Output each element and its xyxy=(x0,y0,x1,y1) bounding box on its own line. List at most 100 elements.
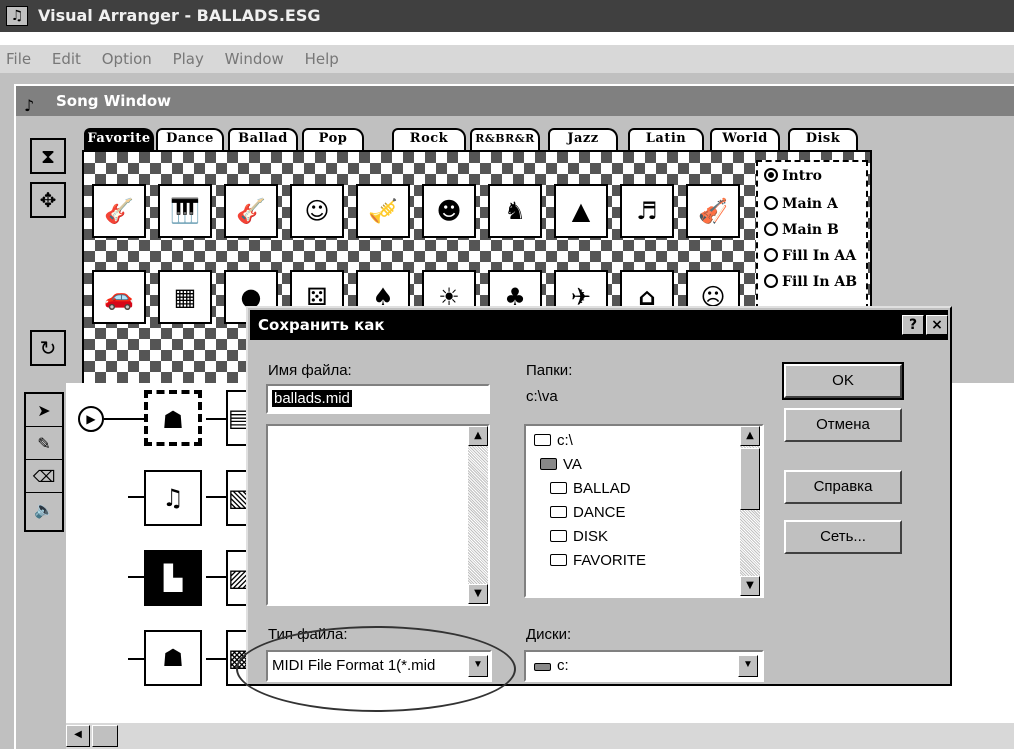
sequence-node-intro[interactable]: ☗ xyxy=(144,390,202,446)
file-list-scrollbar[interactable] xyxy=(468,426,488,604)
style-guitar-icon[interactable]: 🎸 xyxy=(92,184,146,238)
folder-item-root[interactable]: c:\ xyxy=(534,432,573,449)
pencil-tool-icon[interactable]: ✎ xyxy=(26,427,62,460)
file-list[interactable]: ▲ ▼ xyxy=(266,424,490,606)
style-man-icon[interactable]: ☻ xyxy=(422,184,476,238)
folder-list[interactable]: c:\ VA BALLAD DANCE DISK FAVORITE ▲ ▼ xyxy=(524,424,764,598)
tab-ballad[interactable]: Ballad xyxy=(228,128,298,150)
menu-help[interactable]: Help xyxy=(305,50,339,68)
filename-value: ballads.mid xyxy=(272,390,352,407)
sequence-node[interactable]: ♫ xyxy=(144,470,202,526)
network-button[interactable]: Сеть... xyxy=(784,520,902,554)
menu-play[interactable]: Play xyxy=(173,50,204,68)
filename-input[interactable]: ballads.mid xyxy=(266,384,490,414)
drives-select[interactable]: c: ▼ xyxy=(524,650,764,682)
open-folder-icon xyxy=(534,434,551,446)
play-icon[interactable]: ▶ xyxy=(78,406,104,432)
tab-latin[interactable]: Latin xyxy=(628,128,704,150)
tab-disk[interactable]: Disk xyxy=(788,128,858,150)
connector-arrow xyxy=(128,658,144,660)
tab-pop[interactable]: Pop xyxy=(302,128,364,150)
menu-option[interactable]: Option xyxy=(102,50,152,68)
radio-icon xyxy=(764,274,778,288)
menu-window[interactable]: Window xyxy=(225,50,284,68)
filename-label: Имя файла: xyxy=(268,362,352,379)
highlight-oval xyxy=(236,626,516,712)
scroll-up-icon[interactable]: ▲ xyxy=(468,426,488,446)
tab-dance[interactable]: Dance xyxy=(156,128,224,150)
dialog-title: Сохранить как xyxy=(258,316,385,334)
radio-icon xyxy=(764,168,778,182)
tab-rbrr[interactable]: R&BR&R xyxy=(470,128,540,150)
folder-icon xyxy=(550,530,567,542)
folder-item-va[interactable]: VA xyxy=(540,456,582,473)
scroll-thumb[interactable] xyxy=(740,448,760,510)
tab-rock[interactable]: Rock xyxy=(392,128,466,150)
connector-arrow xyxy=(104,418,144,420)
speaker-tool-icon[interactable]: 🔈 xyxy=(26,493,62,526)
eraser-tool-icon[interactable]: ⌫ xyxy=(26,460,62,493)
dialog-close-button[interactable]: × xyxy=(926,315,948,335)
section-fill-in-ab[interactable]: Fill In AB xyxy=(764,274,857,290)
scroll-left-icon[interactable]: ◀ xyxy=(66,725,90,747)
folder-item-ballad[interactable]: BALLAD xyxy=(550,480,631,497)
section-fill-in-aa[interactable]: Fill In AA xyxy=(764,248,856,264)
folder-icon xyxy=(550,554,567,566)
menu-edit[interactable]: Edit xyxy=(52,50,81,68)
sequence-node[interactable]: ▨ xyxy=(226,550,251,606)
connector-arrow xyxy=(206,658,226,660)
ok-button[interactable]: OK xyxy=(782,362,904,400)
connector-arrow xyxy=(128,576,144,578)
pointer-tool-icon[interactable]: ➤ xyxy=(26,394,62,427)
chevron-down-icon[interactable]: ▼ xyxy=(738,655,758,677)
scroll-down-icon[interactable]: ▼ xyxy=(468,584,488,604)
section-main-a[interactable]: Main A xyxy=(764,196,838,212)
hourglass-tool-icon[interactable]: ⧗ xyxy=(30,138,66,174)
style-mountain-icon[interactable]: ▲ xyxy=(554,184,608,238)
style-cow-icon[interactable]: ♞ xyxy=(488,184,542,238)
folder-item-dance[interactable]: DANCE xyxy=(550,504,626,521)
style-acoustic-icon[interactable]: 🎻 xyxy=(686,184,740,238)
style-car-icon[interactable]: 🚗 xyxy=(92,270,146,324)
horizontal-scrollbar[interactable]: ◀ xyxy=(66,723,1014,749)
dialog-help-button[interactable]: ? xyxy=(902,315,924,335)
sequence-node[interactable]: ☗ xyxy=(144,630,202,686)
style-city-icon[interactable]: ▦ xyxy=(158,270,212,324)
scroll-thumb[interactable] xyxy=(92,725,118,747)
sequence-node[interactable]: ▙ xyxy=(144,550,202,606)
move-tool-icon[interactable]: ✥ xyxy=(30,182,66,218)
style-trumpet-icon[interactable]: 🎺 xyxy=(356,184,410,238)
loop-tool-icon[interactable]: ↻ xyxy=(30,330,66,366)
song-window-title-bar: ♪ Song Window xyxy=(16,86,1014,116)
drives-label: Диски: xyxy=(526,626,572,643)
folder-icon xyxy=(550,506,567,518)
song-window-title: Song Window xyxy=(56,92,172,110)
tab-jazz[interactable]: Jazz xyxy=(548,128,618,150)
folder-icon xyxy=(550,482,567,494)
tab-world[interactable]: World xyxy=(710,128,780,150)
connector-arrow xyxy=(128,496,144,498)
section-main-b[interactable]: Main B xyxy=(764,222,839,238)
tab-favorite[interactable]: Favorite xyxy=(84,128,154,150)
scroll-up-icon[interactable]: ▲ xyxy=(740,426,760,446)
folder-item-disk[interactable]: DISK xyxy=(550,528,608,545)
style-pop-guitar-icon[interactable]: 🎸 xyxy=(224,184,278,238)
style-singer-icon[interactable]: ☺ xyxy=(290,184,344,238)
radio-icon xyxy=(764,248,778,262)
sequence-node[interactable]: ▧ xyxy=(226,470,251,526)
scroll-down-icon[interactable]: ▼ xyxy=(740,576,760,596)
sequence-node[interactable]: ▤ xyxy=(226,390,251,446)
song-window-icon: ♪ xyxy=(24,96,35,115)
style-beat-icon[interactable]: ♬ xyxy=(620,184,674,238)
help-button[interactable]: Справка xyxy=(784,470,902,504)
section-intro[interactable]: Intro xyxy=(764,168,822,184)
style-piano-icon[interactable]: 🎹 xyxy=(158,184,212,238)
folder-item-favorite[interactable]: FAVORITE xyxy=(550,552,646,569)
radio-icon xyxy=(764,222,778,236)
menu-file[interactable]: File xyxy=(6,50,31,68)
sequence-tools: ➤ ✎ ⌫ 🔈 xyxy=(24,392,64,532)
app-icon[interactable]: ♫ xyxy=(6,6,28,26)
connector-arrow xyxy=(206,576,226,578)
current-path: c:\va xyxy=(526,388,558,405)
cancel-button[interactable]: Отмена xyxy=(784,408,902,442)
